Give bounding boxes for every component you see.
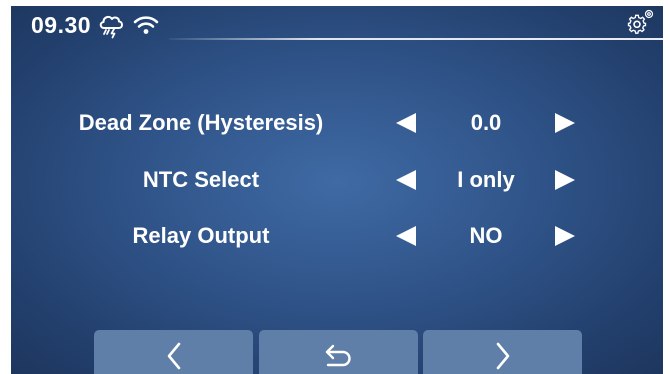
setting-label: Dead Zone (Hysteresis) xyxy=(78,110,324,135)
triangle-left-icon xyxy=(396,113,416,133)
clock-time: 09.30 xyxy=(31,12,92,38)
triangle-left-icon xyxy=(396,170,416,190)
wifi-icon xyxy=(133,14,159,36)
chevron-right-icon xyxy=(496,342,509,370)
storm-cloud-icon xyxy=(97,11,125,39)
decrease-arrow-button[interactable] xyxy=(394,169,418,191)
return-arrow-icon xyxy=(325,344,351,367)
setting-row-ntc-select: NTC Select I only xyxy=(11,160,663,200)
next-page-button[interactable] xyxy=(423,330,582,374)
setting-value: 0.0 xyxy=(470,110,502,135)
setting-value: I only xyxy=(457,167,515,192)
triangle-right-icon xyxy=(555,170,575,190)
header-divider xyxy=(169,38,663,40)
chevron-left-icon xyxy=(167,342,180,370)
increase-arrow-button[interactable] xyxy=(553,225,577,247)
setting-label: NTC Select xyxy=(142,167,260,192)
setting-label: Relay Output xyxy=(132,223,270,248)
triangle-right-icon xyxy=(555,226,575,246)
increase-arrow-button[interactable] xyxy=(553,112,577,134)
increase-arrow-button[interactable] xyxy=(553,169,577,191)
previous-page-button[interactable] xyxy=(94,330,253,374)
triangle-right-icon xyxy=(555,113,575,133)
setting-row-dead-zone: Dead Zone (Hysteresis) 0.0 xyxy=(11,103,663,143)
setting-row-relay-output: Relay Output NO xyxy=(11,216,663,256)
setting-value: NO xyxy=(469,223,503,248)
decrease-arrow-button[interactable] xyxy=(394,225,418,247)
device-screen: 09.30 Dead Zone (Hysteresis) 0.0 NTC Sel… xyxy=(11,6,663,374)
status-bar: 09.30 xyxy=(11,6,663,42)
gear-icon xyxy=(627,9,654,34)
settings-gear-button[interactable] xyxy=(625,8,655,36)
back-button[interactable] xyxy=(259,330,418,374)
decrease-arrow-button[interactable] xyxy=(394,112,418,134)
triangle-left-icon xyxy=(396,226,416,246)
